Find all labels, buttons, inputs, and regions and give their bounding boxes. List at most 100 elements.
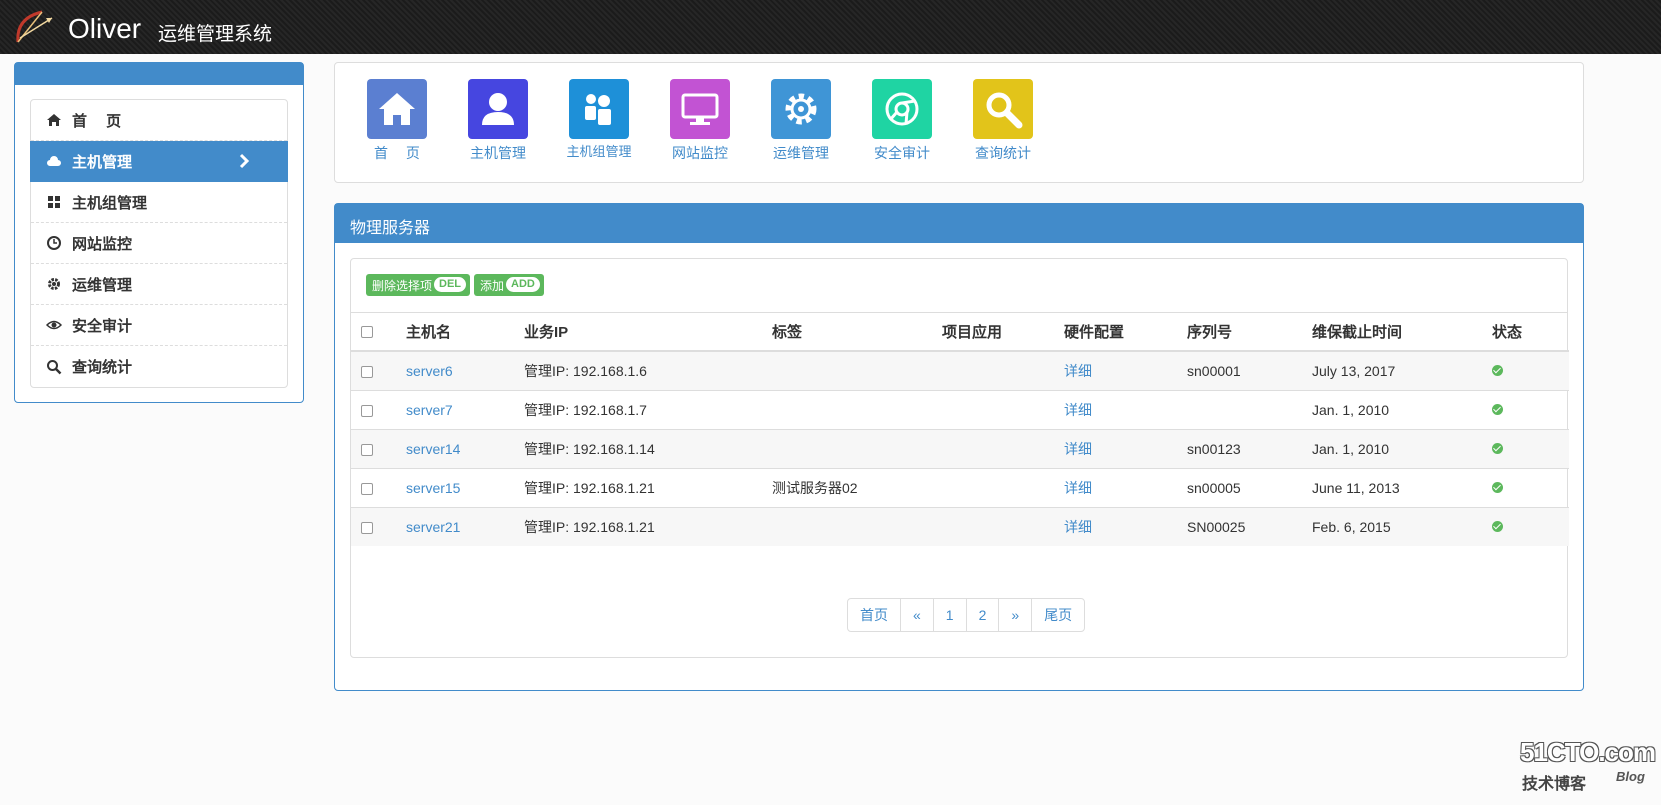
cloud-icon bbox=[47, 155, 61, 166]
col-header-app[interactable]: 项目应用 bbox=[942, 313, 1064, 352]
col-header-serial[interactable]: 序列号 bbox=[1187, 313, 1312, 352]
row-checkbox[interactable] bbox=[361, 366, 373, 379]
table-header-row: 主机名 业务IP 标签 项目应用 硬件配置 序列号 维保截止时间 状态 bbox=[351, 313, 1569, 352]
status-ok-icon bbox=[1492, 481, 1503, 493]
warranty-cell: June 11, 2013 bbox=[1312, 468, 1492, 508]
sidebar-item-label: 运维管理 bbox=[72, 276, 133, 294]
app-cell bbox=[942, 390, 1064, 430]
tag-cell bbox=[772, 429, 942, 469]
tile-query[interactable]: 查询统计 bbox=[963, 79, 1043, 163]
watermark-blog: Blog bbox=[1616, 769, 1645, 784]
row-checkbox[interactable] bbox=[361, 443, 373, 456]
home-icon bbox=[367, 79, 427, 139]
hostname-link[interactable]: server21 bbox=[406, 507, 524, 546]
serial-cell: SN00025 bbox=[1187, 507, 1312, 546]
tile-label: 查询统计 bbox=[975, 145, 1031, 161]
brand-name[interactable]: Oliver bbox=[68, 14, 141, 44]
col-header-tag[interactable]: 标签 bbox=[772, 313, 942, 352]
app-cell bbox=[942, 507, 1064, 546]
sidebar-item-home[interactable]: 首 页 bbox=[31, 100, 287, 141]
hardware-detail-link[interactable]: 详细 bbox=[1064, 507, 1187, 546]
home-icon bbox=[47, 114, 61, 126]
page-last[interactable]: 尾页 bbox=[1031, 599, 1084, 631]
select-all-cell bbox=[351, 313, 406, 352]
table-row: server6 管理IP: 192.168.1.6 详细 sn00001 Jul… bbox=[351, 351, 1569, 391]
tile-host-group[interactable]: 主机组管理 bbox=[559, 79, 639, 160]
sidebar-item-label: 查询统计 bbox=[72, 359, 133, 376]
add-button[interactable]: 添加 ADD bbox=[474, 274, 544, 296]
tile-label: 安全审计 bbox=[874, 145, 930, 161]
hostname-link[interactable]: server6 bbox=[406, 351, 524, 391]
hostname-link[interactable]: server15 bbox=[406, 468, 524, 508]
sidebar-panel: 首 页 主机管理 主机组管理 网站监控 运维管理 安全审计 查询统计 bbox=[14, 62, 304, 403]
sidebar-item-site-monitor[interactable]: 网站监控 bbox=[31, 223, 287, 264]
col-header-hostname[interactable]: 主机名 bbox=[406, 313, 524, 352]
table-row: server21 管理IP: 192.168.1.21 详细 SN00025 F… bbox=[351, 507, 1569, 546]
sidebar-item-label: 安全审计 bbox=[72, 317, 133, 335]
shortcut-panel: 首 页 主机管理 主机组管理 网站监控 运维管理 安全审计 查询统计 bbox=[334, 62, 1584, 183]
hostname-link[interactable]: server14 bbox=[406, 429, 524, 469]
row-checkbox[interactable] bbox=[361, 404, 373, 417]
panel-title: 物理服务器 bbox=[335, 204, 1583, 243]
table-row: server7 管理IP: 192.168.1.7 详细 Jan. 1, 201… bbox=[351, 390, 1569, 430]
col-header-warranty[interactable]: 维保截止时间 bbox=[1312, 313, 1492, 352]
warranty-cell: Feb. 6, 2015 bbox=[1312, 507, 1492, 546]
tag-cell bbox=[772, 351, 942, 391]
sidebar-menu: 首 页 主机管理 主机组管理 网站监控 运维管理 安全审计 查询统计 bbox=[30, 99, 288, 388]
row-checkbox[interactable] bbox=[361, 482, 373, 495]
page-prev[interactable]: « bbox=[900, 599, 933, 631]
server-table: 主机名 业务IP 标签 项目应用 硬件配置 序列号 维保截止时间 状态 serv… bbox=[351, 313, 1569, 546]
page-first[interactable]: 首页 bbox=[848, 599, 900, 631]
tile-host-management[interactable]: 主机管理 bbox=[458, 79, 538, 163]
status-ok-icon bbox=[1492, 364, 1503, 376]
status-ok-icon bbox=[1492, 403, 1503, 415]
ip-cell: 管理IP: 192.168.1.7 bbox=[524, 390, 772, 430]
sidebar-item-label: 首 页 bbox=[72, 112, 122, 130]
watermark-logo: 51CTO.com 技术博客 Blog bbox=[1520, 737, 1656, 793]
sidebar-item-audit[interactable]: 安全审计 bbox=[31, 305, 287, 346]
sidebar-item-ops[interactable]: 运维管理 bbox=[31, 264, 287, 305]
sidebar-item-host-management[interactable]: 主机管理 bbox=[30, 141, 288, 182]
tile-label: 运维管理 bbox=[773, 145, 829, 161]
tile-label: 主机组管理 bbox=[566, 144, 632, 159]
tile-label: 首 页 bbox=[374, 145, 420, 161]
gear-icon bbox=[48, 278, 60, 290]
delete-selected-button[interactable]: 删除选择项 DEL bbox=[366, 274, 471, 296]
hardware-detail-link[interactable]: 详细 bbox=[1064, 351, 1187, 391]
tile-home[interactable]: 首 页 bbox=[357, 79, 437, 163]
select-all-checkbox[interactable] bbox=[361, 326, 373, 339]
search-icon bbox=[973, 79, 1033, 139]
user-icon bbox=[468, 79, 528, 139]
col-header-hardware[interactable]: 硬件配置 bbox=[1064, 313, 1187, 352]
page-1[interactable]: 1 bbox=[932, 599, 966, 631]
tile-ops[interactable]: 运维管理 bbox=[761, 79, 841, 163]
hardware-detail-link[interactable]: 详细 bbox=[1064, 468, 1187, 508]
col-header-ip[interactable]: 业务IP bbox=[524, 313, 772, 352]
serial-cell: sn00123 bbox=[1187, 429, 1312, 469]
page-2[interactable]: 2 bbox=[965, 599, 999, 631]
sidebar-item-label: 主机管理 bbox=[72, 154, 133, 171]
sidebar-item-host-group[interactable]: 主机组管理 bbox=[31, 182, 287, 223]
tile-site-monitor[interactable]: 网站监控 bbox=[660, 79, 740, 163]
table-row: server15 管理IP: 192.168.1.21 测试服务器02 详细 s… bbox=[351, 468, 1569, 508]
top-navbar: Oliver 运维管理系统 bbox=[0, 0, 1661, 54]
sidebar-item-query[interactable]: 查询统计 bbox=[31, 346, 287, 387]
clock-icon bbox=[47, 236, 61, 250]
monitor-icon bbox=[670, 79, 730, 139]
row-checkbox[interactable] bbox=[361, 522, 373, 535]
page-next[interactable]: » bbox=[998, 599, 1031, 631]
brand-subtitle: 运维管理系统 bbox=[158, 24, 273, 45]
hostname-link[interactable]: server7 bbox=[406, 390, 524, 430]
search-icon bbox=[47, 359, 62, 374]
col-header-status[interactable]: 状态 bbox=[1492, 313, 1569, 352]
status-ok-icon bbox=[1492, 520, 1503, 532]
hardware-detail-link[interactable]: 详细 bbox=[1064, 429, 1187, 469]
tile-audit[interactable]: 安全审计 bbox=[862, 79, 942, 163]
eye-icon bbox=[46, 320, 62, 330]
hardware-detail-link[interactable]: 详细 bbox=[1064, 390, 1187, 430]
watermark-sub: 技术博客 bbox=[1522, 776, 1587, 793]
bow-arrow-logo-icon bbox=[16, 10, 53, 43]
chevron-right-icon bbox=[239, 153, 250, 169]
physical-servers-panel: 物理服务器 删除选择项 DEL 添加 ADD 主机名 业务IP 标签 项目应用 … bbox=[334, 203, 1584, 691]
tag-cell: 测试服务器02 bbox=[772, 468, 942, 508]
